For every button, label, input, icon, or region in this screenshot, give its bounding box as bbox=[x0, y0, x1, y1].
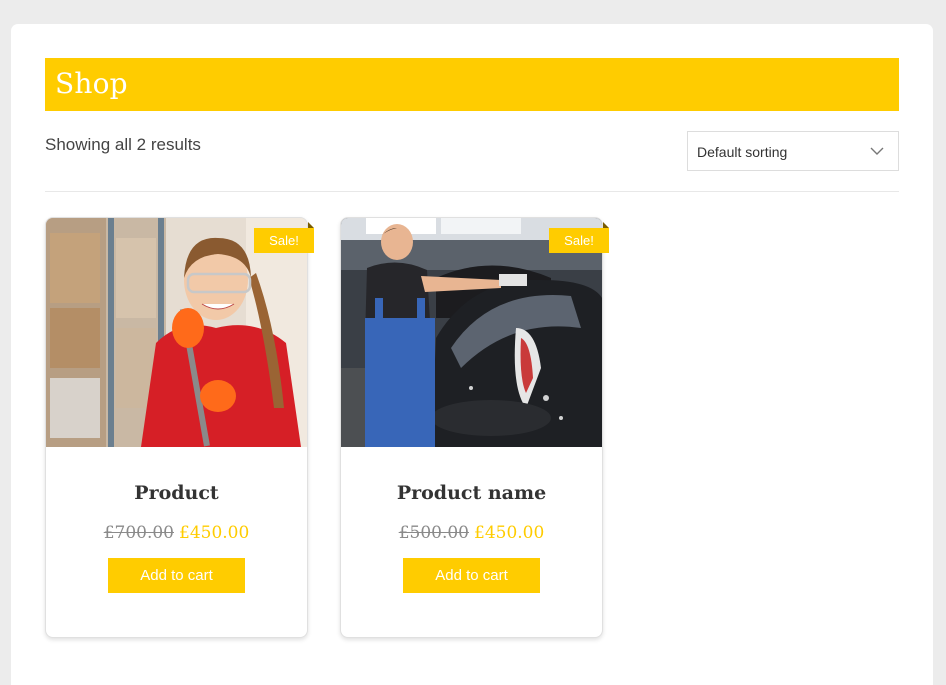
chevron-down-icon bbox=[870, 147, 884, 155]
add-to-cart-button[interactable]: Add to cart bbox=[403, 558, 540, 593]
sale-price: £450.00 bbox=[474, 523, 545, 543]
sale-badge: Sale! bbox=[254, 228, 314, 253]
sort-dropdown[interactable]: Default sorting bbox=[687, 131, 899, 171]
price: £700.00 £450.00 bbox=[46, 523, 307, 543]
add-to-cart-button[interactable]: Add to cart bbox=[108, 558, 245, 593]
shop-panel: Shop Showing all 2 results Default sorti… bbox=[11, 24, 933, 685]
price: £500.00 £450.00 bbox=[341, 523, 602, 543]
sale-badge-fold bbox=[603, 222, 609, 228]
sort-selected-value: Default sorting bbox=[697, 144, 788, 160]
page-title: Shop bbox=[55, 67, 128, 100]
product-title[interactable]: Product name bbox=[341, 482, 602, 504]
sale-badge-fold bbox=[308, 222, 314, 228]
divider bbox=[45, 191, 899, 192]
sale-price: £450.00 bbox=[179, 523, 250, 543]
product-title[interactable]: Product bbox=[46, 482, 307, 504]
product-card: Sale! Product £700.00 £450.00 Add to cart bbox=[45, 217, 314, 638]
sale-badge: Sale! bbox=[549, 228, 609, 253]
shop-banner: Shop bbox=[45, 58, 899, 111]
results-count: Showing all 2 results bbox=[45, 135, 201, 154]
regular-price: £500.00 bbox=[398, 523, 469, 543]
regular-price: £700.00 bbox=[103, 523, 174, 543]
product-card: Sale! Product name £500.00 £450.00 Add to… bbox=[340, 217, 609, 638]
